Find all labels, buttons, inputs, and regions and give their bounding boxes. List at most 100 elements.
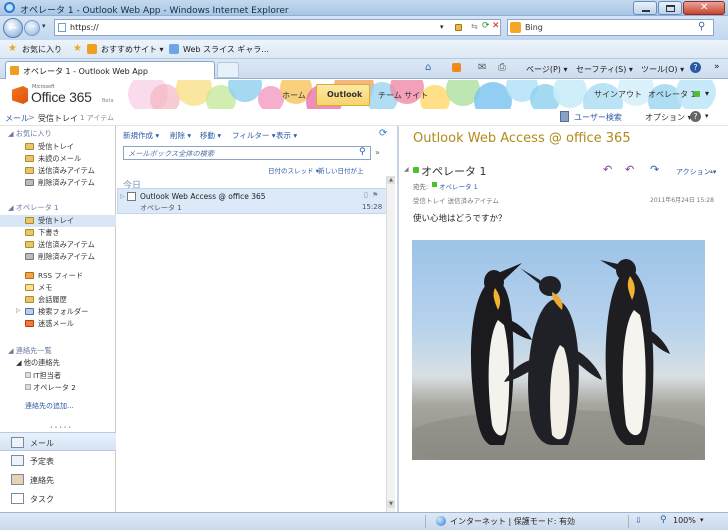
collapse-header-icon[interactable]: ◢ (404, 166, 409, 173)
nav-home[interactable]: ホーム (282, 90, 306, 101)
move-button[interactable]: 移動 ▾ (200, 130, 221, 141)
message-row[interactable]: ▷ Outlook Web Access @ office 365 オペレータ … (117, 188, 387, 214)
nav-tasks[interactable]: タスク (0, 489, 116, 508)
folder-notes[interactable]: メモ (0, 282, 116, 294)
fav-sent[interactable]: 送信済みアイテム (0, 165, 116, 177)
reading-scroll-top[interactable]: ▴ (710, 168, 713, 175)
minimize-button[interactable] (633, 1, 657, 15)
search-expand-icon[interactable]: » (375, 148, 380, 157)
nav-mail[interactable]: メール (0, 432, 116, 451)
zoom-dropdown-icon[interactable]: ▾ (700, 516, 704, 524)
folder-deleted[interactable]: 削除済みアイテム (0, 251, 116, 263)
reply-all-icon[interactable]: ↶ (625, 163, 634, 176)
contact-operator2[interactable]: オペレータ 2 (0, 382, 116, 394)
close-button[interactable]: ✕ (683, 1, 725, 15)
scroll-down-icon[interactable]: ▼ (387, 500, 395, 508)
refresh-icon[interactable]: ⟳ (482, 21, 490, 31)
browser-tab[interactable]: オペレータ 1 - Outlook Web App (5, 61, 215, 79)
back-button[interactable]: ← (3, 18, 23, 38)
stop-icon[interactable]: ✕ (492, 21, 500, 31)
contacts-header[interactable]: ◢ 連絡先一覧 (8, 346, 52, 356)
lock-icon[interactable] (455, 24, 462, 31)
list-scrollbar[interactable]: ▲ ▼ (386, 176, 395, 512)
breadcrumb-mail[interactable]: メール (5, 113, 29, 124)
new-tab-button[interactable] (217, 62, 239, 78)
contact-it[interactable]: IT担当者 (0, 370, 116, 382)
expand-arrow-icon[interactable]: ▷ (16, 307, 21, 314)
home-icon[interactable]: ⌂ (425, 62, 431, 73)
feeds-icon[interactable] (452, 63, 461, 72)
contact-check-icon[interactable] (25, 384, 31, 390)
filter-button[interactable]: フィルター ▾ (232, 130, 276, 141)
fav-deleted[interactable]: 削除済みアイテム (0, 177, 116, 189)
pane-splitter[interactable]: • • • • • (50, 425, 71, 431)
add-favorite-icon[interactable]: ★ (73, 43, 82, 54)
owa-help-icon[interactable]: ? (690, 111, 701, 122)
address-dropdown-icon[interactable]: ▾ (440, 23, 444, 31)
folder-junk[interactable]: 迷惑メール (0, 318, 116, 330)
mail-icon[interactable]: ✉ (478, 62, 486, 73)
favorites-button[interactable]: お気に入り (22, 44, 62, 55)
new-button[interactable]: 新規作成 ▾ (123, 130, 159, 141)
signout-link[interactable]: サインアウト (594, 89, 642, 100)
folder-search[interactable]: ▷ 検索フォルダー (0, 306, 116, 318)
expand-conversation-icon[interactable]: ▷ (120, 193, 125, 200)
safety-menu[interactable]: セーフティ(S) ▾ (576, 64, 633, 75)
forward-icon[interactable]: ↷ (650, 163, 659, 176)
view-button[interactable]: 表示 ▾ (276, 130, 297, 141)
search-icon[interactable]: ⚲ (698, 21, 705, 32)
folder-inbox-selected[interactable]: 受信トレイ (0, 215, 116, 227)
header-user-name[interactable]: オペレータ 1 (648, 89, 696, 100)
reading-sender[interactable]: オペレータ 1 (421, 163, 487, 179)
folder-rss[interactable]: RSS フィード (0, 270, 116, 282)
recent-pages-dropdown-icon[interactable]: ▾ (42, 22, 46, 30)
favorites-header[interactable]: ◢ お気に入り (8, 129, 52, 139)
search-box[interactable]: Bing ⚲ (507, 19, 714, 36)
contacts-group[interactable]: ◢ 他の連絡先 (16, 358, 60, 368)
nav-team-site[interactable]: チーム サイト (378, 90, 428, 101)
folder-drafts[interactable]: 下書き (0, 227, 116, 239)
mailbox-header[interactable]: ◢ オペレータ 1 (8, 203, 59, 213)
logo-beta-text: Beta (102, 98, 114, 104)
overflow-icon[interactable]: » (714, 62, 720, 72)
fav-unread[interactable]: 未読のメール (0, 153, 116, 165)
search-icon[interactable]: ⚲ (359, 147, 366, 157)
sort-by-date[interactable]: 日付のスレッド ▾ (268, 165, 319, 175)
sort-order[interactable]: 新しい日付が上 (318, 165, 364, 175)
zoom-icon[interactable]: ⚲ (660, 515, 667, 525)
favorites-star-icon[interactable]: ★ (8, 43, 17, 54)
to-recipient[interactable]: オペレータ 1 (439, 181, 478, 191)
help-dropdown-icon[interactable]: ▾ (705, 112, 709, 120)
page-menu[interactable]: ページ(P) ▾ (526, 64, 567, 75)
zone-status[interactable]: インターネット | 保護モード: 有効 (450, 516, 575, 527)
address-bar[interactable]: https:// ▾ ⇆ ⟳ ✕ (54, 19, 501, 36)
delete-row-icon[interactable]: ▯ (364, 191, 368, 199)
tools-menu[interactable]: ツール(O) ▾ (641, 64, 684, 75)
delete-button[interactable]: 削除 ▾ (170, 130, 191, 141)
nav-calendar[interactable]: 予定表 (0, 451, 116, 470)
scroll-up-icon[interactable]: ▲ (387, 176, 395, 184)
folder-sent[interactable]: 送信済みアイテム (0, 239, 116, 251)
folder-conversation[interactable]: 会話履歴 (0, 294, 116, 306)
flag-icon[interactable]: ⚑ (372, 191, 378, 199)
add-contacts-link[interactable]: 連絡先の追加... (25, 401, 74, 411)
help-icon[interactable]: ? (690, 62, 701, 73)
fav-inbox[interactable]: 受信トレイ (0, 141, 116, 153)
forward-button[interactable]: → (24, 20, 40, 36)
refresh-list-icon[interactable]: ⟳ (379, 128, 387, 139)
print-icon[interactable]: ⎙ (498, 62, 506, 73)
compat-view-icon[interactable]: ⇆ (471, 22, 478, 31)
address-book-icon[interactable] (560, 111, 569, 122)
suggested-sites-link[interactable]: おすすめサイト ▾ (101, 44, 164, 55)
user-dropdown-icon[interactable]: ▾ (705, 89, 709, 98)
contact-check-icon[interactable] (25, 372, 31, 378)
user-search-link[interactable]: ユーザー検索 (574, 112, 622, 123)
reply-icon[interactable]: ↶ (603, 163, 612, 176)
options-menu[interactable]: オプション ▾ (645, 112, 692, 123)
mailbox-search-input[interactable]: メールボックス全体の検索 ⚲ (123, 146, 371, 160)
maximize-button[interactable] (658, 1, 682, 15)
protected-mode-icon[interactable]: ⇩ (635, 516, 642, 525)
web-slice-gallery-link[interactable]: Web スライス ギャラ... (183, 44, 269, 55)
nav-contacts[interactable]: 連絡先 (0, 470, 116, 489)
zoom-level[interactable]: 100% (673, 516, 696, 525)
